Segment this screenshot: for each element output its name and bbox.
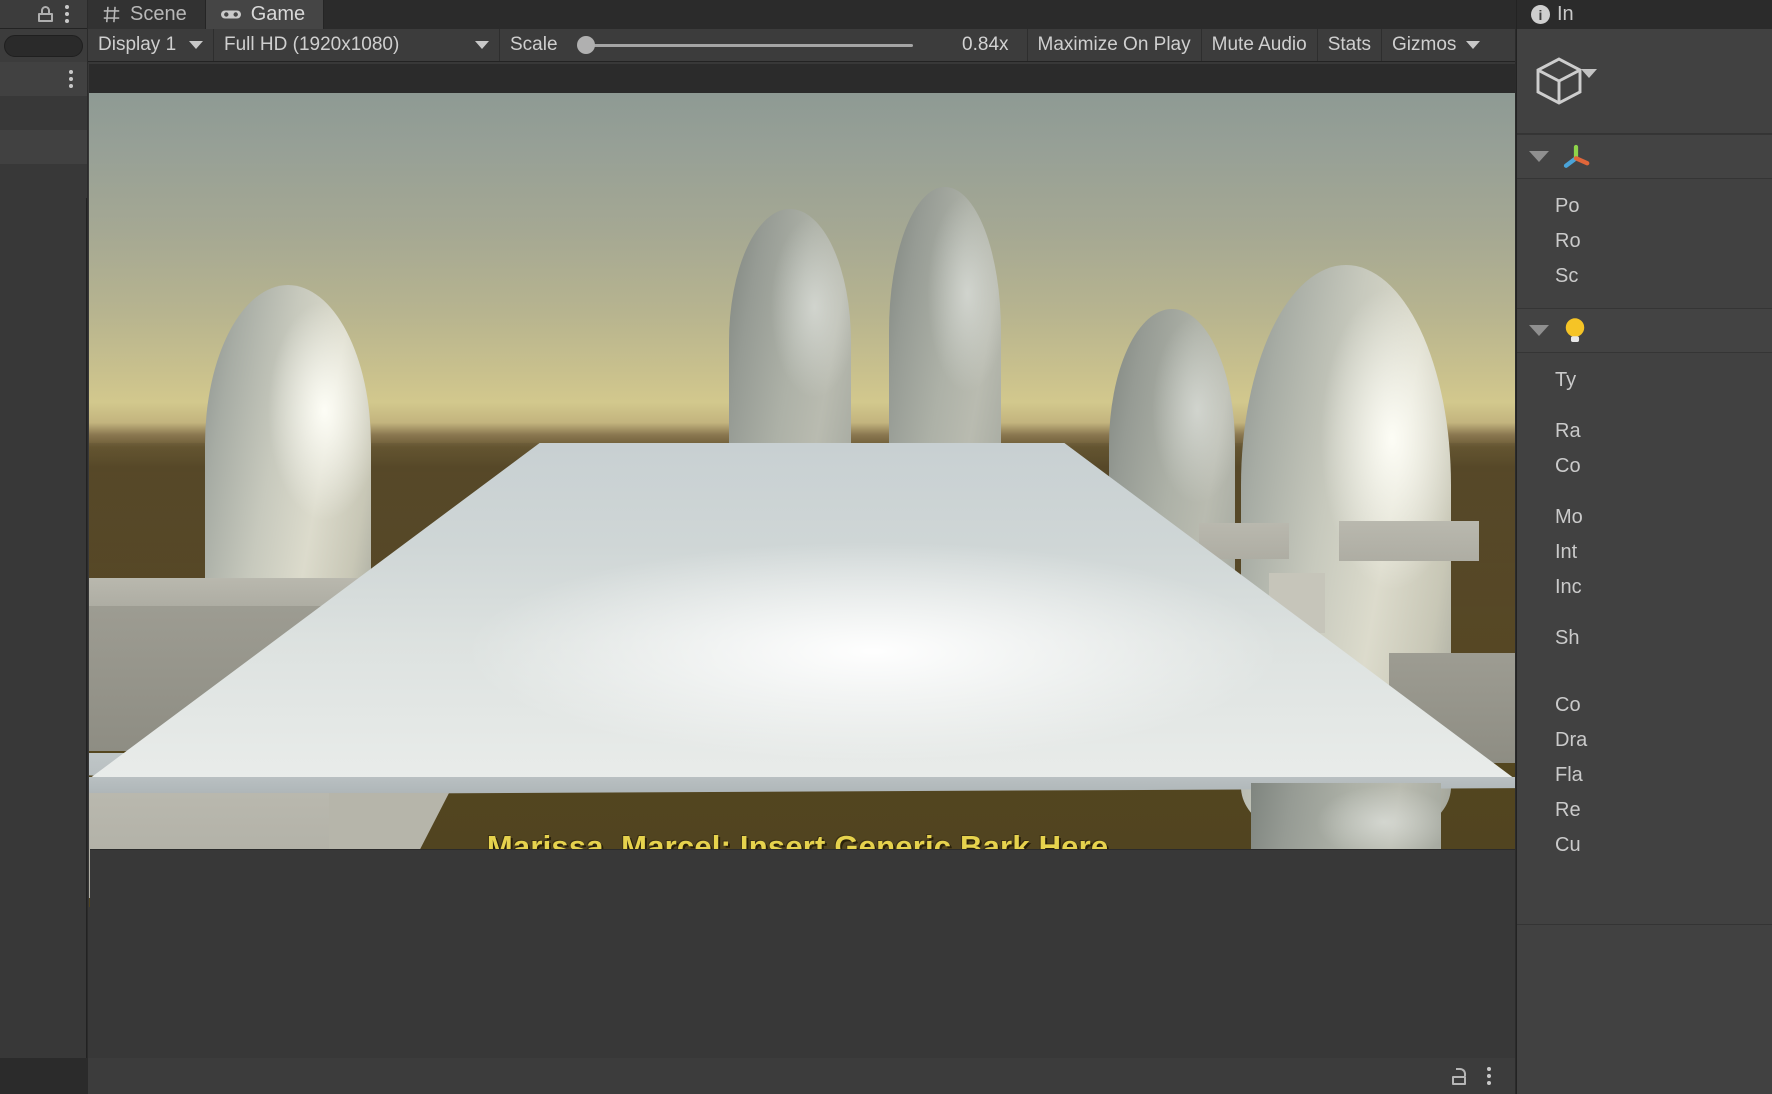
chevron-down-icon (189, 41, 203, 49)
component-header-light[interactable] (1517, 308, 1772, 353)
scale-label: Scale (510, 34, 558, 56)
kebab-menu-icon[interactable] (69, 70, 73, 88)
game-toolbar: Display 1 Full HD (1920x1080) Scale 0.84… (88, 29, 1515, 62)
foldout-open-icon[interactable] (1529, 325, 1549, 336)
game-view-panel: Scene Game Display 1 Fu (88, 0, 1515, 1058)
light-properties: Ty Ra Co Mo Int Inc Sh Co Dra Fla Re Cu (1517, 353, 1772, 863)
property-row[interactable]: Ra (1517, 414, 1772, 449)
scale-control: Scale 0.84x (500, 29, 1028, 61)
property-spacer (1517, 656, 1772, 672)
inspector-footer-area (1517, 924, 1772, 1094)
info-icon: i (1531, 5, 1550, 24)
chevron-down-icon[interactable] (1581, 69, 1597, 78)
mute-audio-button[interactable]: Mute Audio (1202, 29, 1318, 61)
property-row[interactable]: Ty (1517, 363, 1772, 398)
hierarchy-panel (0, 0, 87, 1058)
chevron-down-icon (475, 41, 489, 49)
property-row[interactable]: Cu (1517, 828, 1772, 863)
stats-button[interactable]: Stats (1318, 29, 1382, 61)
property-row[interactable]: Sc (1517, 259, 1772, 294)
grid-icon (102, 5, 121, 24)
lock-icon[interactable] (38, 6, 53, 22)
property-row[interactable]: Ro (1517, 224, 1772, 259)
unity-editor-window: Scene Game Display 1 Fu (0, 0, 1772, 1094)
inspector-object-header (1517, 29, 1772, 134)
property-row[interactable]: Fla (1517, 758, 1772, 793)
property-row[interactable]: Co (1517, 449, 1772, 484)
scale-slider-track (582, 44, 913, 47)
property-row[interactable]: Sh (1517, 621, 1772, 656)
list-item[interactable] (0, 164, 87, 198)
property-row[interactable]: Co (1517, 688, 1772, 723)
property-spacer (1517, 672, 1772, 688)
transform-axis-icon (1561, 142, 1591, 172)
property-row[interactable]: Int (1517, 535, 1772, 570)
hierarchy-row-list (0, 62, 87, 1058)
maximize-on-play-label: Maximize On Play (1038, 34, 1191, 56)
gamepad-icon (220, 7, 242, 22)
kebab-menu-icon[interactable] (1487, 1067, 1491, 1085)
gizmos-label: Gizmos (1392, 34, 1456, 56)
game-render: Marissa_Marcel: Insert Generic Bark Here… (89, 93, 1515, 907)
kebab-menu-icon[interactable] (65, 5, 69, 23)
search-input[interactable] (4, 35, 83, 57)
property-row[interactable]: Dra (1517, 723, 1772, 758)
gizmos-button[interactable]: Gizmos (1382, 29, 1490, 61)
tabbar-spacer (324, 0, 1515, 29)
foldout-open-icon[interactable] (1529, 151, 1549, 162)
scale-slider-knob[interactable] (577, 36, 595, 54)
property-spacer (1517, 484, 1772, 500)
property-row[interactable]: Inc (1517, 570, 1772, 605)
pedestal-right-back (1339, 521, 1479, 561)
property-spacer (1517, 605, 1772, 621)
resolution-dropdown[interactable]: Full HD (1920x1080) (214, 29, 500, 61)
tab-game[interactable]: Game (206, 0, 324, 29)
maximize-on-play-button[interactable]: Maximize On Play (1028, 29, 1202, 61)
property-spacer (1517, 398, 1772, 414)
hierarchy-searchbar (0, 29, 87, 62)
list-item[interactable] (0, 62, 87, 96)
resolution-dropdown-label: Full HD (1920x1080) (224, 34, 399, 56)
game-view-render-area[interactable]: Marissa_Marcel: Insert Generic Bark Here… (89, 64, 1515, 907)
display-dropdown[interactable]: Display 1 (88, 29, 214, 61)
stats-label: Stats (1328, 34, 1371, 56)
inspector-tabbar[interactable]: i In (1517, 0, 1772, 29)
panel-tabbar: Scene Game (88, 0, 1515, 29)
tab-scene-label: Scene (130, 3, 187, 26)
transform-properties: Po Ro Sc (1517, 179, 1772, 294)
property-row[interactable]: Po (1517, 189, 1772, 224)
tab-scene[interactable]: Scene (88, 0, 206, 29)
game-view-footer (90, 849, 1515, 907)
scale-slider[interactable] (568, 35, 913, 55)
light-bulb-icon (1561, 316, 1589, 346)
inspector-tab-label: In (1557, 3, 1574, 26)
chevron-down-icon[interactable] (1466, 41, 1480, 49)
inspector-body: Po Ro Sc Ty Ra Co Mo (1517, 29, 1772, 1094)
hierarchy-tabbar (0, 0, 87, 29)
property-row[interactable]: Re (1517, 793, 1772, 828)
display-dropdown-label: Display 1 (98, 34, 176, 56)
property-row[interactable]: Mo (1517, 500, 1772, 535)
cube-icon (1531, 53, 1587, 109)
tab-game-label: Game (251, 3, 305, 26)
unlock-icon[interactable] (1452, 1068, 1467, 1085)
component-header-transform[interactable] (1517, 134, 1772, 179)
statusbar-controls (88, 1058, 1515, 1094)
list-item[interactable] (0, 96, 87, 130)
list-item[interactable] (0, 130, 87, 164)
scale-value: 0.84x (923, 34, 1017, 56)
mute-audio-label: Mute Audio (1212, 34, 1307, 56)
inspector-panel: i In (1516, 0, 1772, 1094)
